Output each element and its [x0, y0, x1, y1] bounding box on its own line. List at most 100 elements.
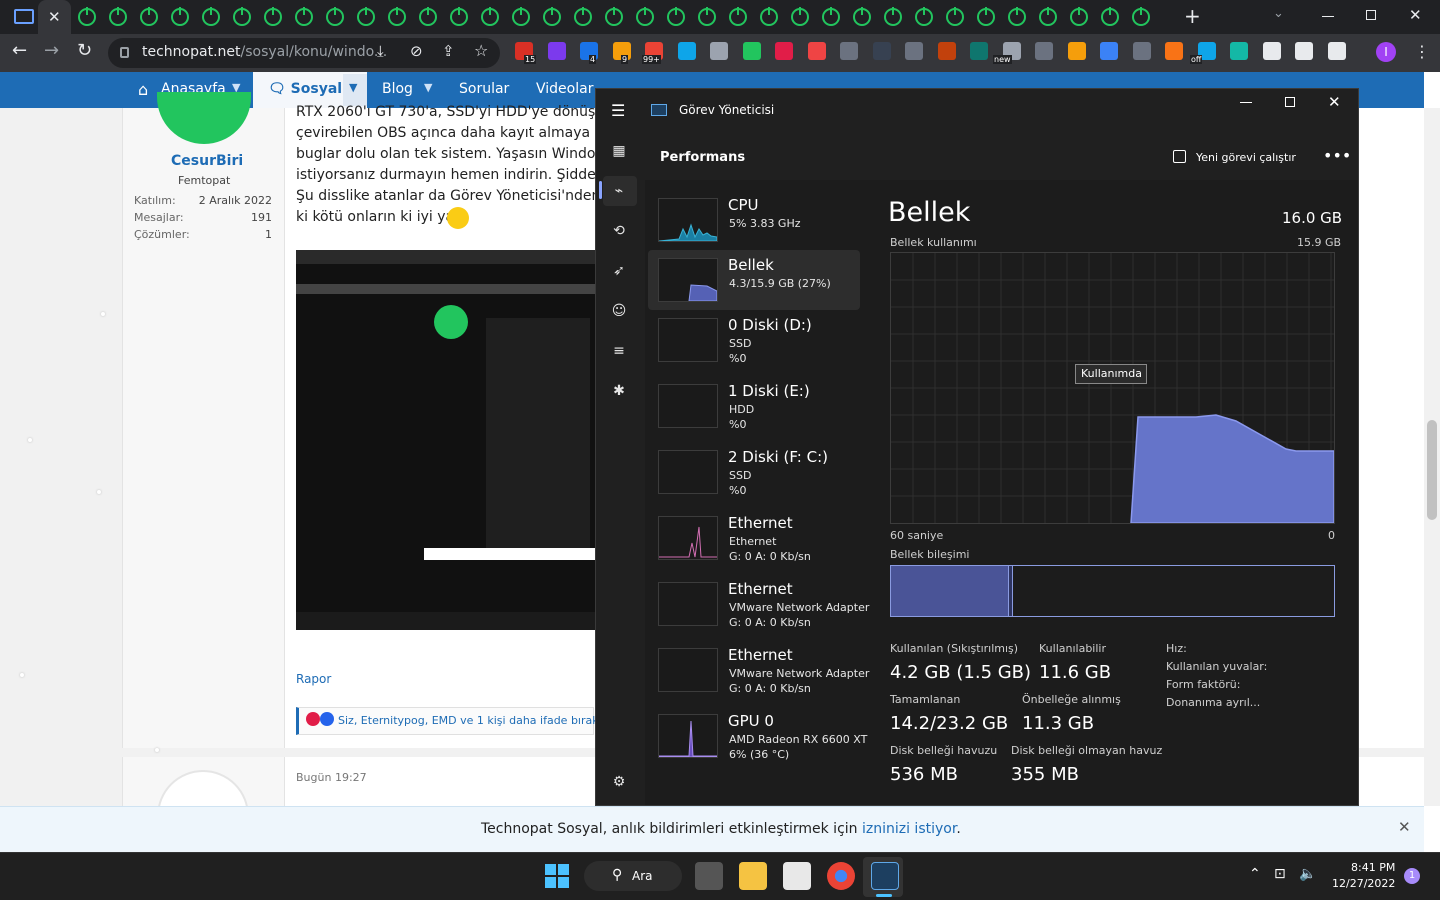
performance-icon[interactable]: ⌁ [610, 182, 628, 200]
tab-favicon-power-icon[interactable] [78, 7, 96, 26]
scrollbar-thumb[interactable] [1427, 420, 1437, 520]
tab-search-chevron-icon[interactable]: ⌄ [1273, 6, 1284, 21]
attached-screenshot-image[interactable] [296, 250, 596, 630]
extension-icon[interactable] [1165, 42, 1183, 60]
perf-card-title[interactable]: Ethernet [728, 514, 793, 532]
composition-in-use[interactable] [891, 566, 1009, 616]
perf-card-title[interactable]: 1 Diski (E:) [728, 382, 810, 400]
notification-permission-link[interactable]: izninizi istiyor [862, 821, 956, 837]
perf-card-sparkline[interactable] [658, 582, 718, 626]
perf-card-title[interactable]: Bellek [728, 256, 774, 274]
perf-card-sparkline[interactable] [658, 198, 718, 242]
extension-icon[interactable] [547, 42, 566, 60]
tab-favicon-power-icon[interactable] [1039, 7, 1057, 26]
tab-favicon-power-icon[interactable] [543, 7, 561, 26]
extension-icon[interactable] [677, 42, 696, 60]
tab-favicon-power-icon[interactable] [140, 7, 158, 26]
bookmark-star-icon[interactable]: ☆ [474, 41, 488, 60]
tab-favicon-power-icon[interactable] [481, 7, 499, 26]
post-time[interactable]: Bugün 19:27 [296, 771, 367, 784]
maximize-icon[interactable] [1366, 10, 1376, 20]
extension-icon[interactable] [1035, 42, 1053, 60]
nav-item-blog[interactable]: Blog [382, 81, 413, 97]
extension-icon[interactable] [937, 42, 956, 60]
tab-favicon-power-icon[interactable] [977, 7, 995, 26]
url-text[interactable]: technopat.net/sosyal/konu/windo... [142, 44, 387, 60]
perf-card-title[interactable]: 2 Diski (F: C:) [728, 448, 828, 466]
file-explorer-icon[interactable] [739, 862, 767, 890]
tab-favicon-power-icon[interactable] [202, 7, 220, 26]
window-icon[interactable] [14, 9, 34, 24]
extension-icon[interactable] [710, 42, 728, 60]
perf-card-sparkline[interactable] [658, 714, 718, 758]
tab-favicon-power-icon[interactable] [388, 7, 406, 26]
tab-close-icon[interactable]: ✕ [48, 8, 61, 26]
memory-usage-graph[interactable] [890, 252, 1335, 524]
home-icon[interactable]: ⌂ [138, 80, 148, 99]
startup-apps-icon[interactable]: ➶ [610, 262, 628, 280]
extension-icon[interactable] [742, 42, 761, 60]
tab-favicon-power-icon[interactable] [853, 7, 871, 26]
extension-icon[interactable] [1230, 42, 1248, 60]
tab-favicon-power-icon[interactable] [1101, 7, 1119, 26]
tab-favicon-power-icon[interactable] [791, 7, 809, 26]
details-icon[interactable]: ≡ [610, 342, 628, 360]
hamburger-menu-icon[interactable]: ☰ [611, 101, 625, 120]
install-icon[interactable]: ⤓ [377, 42, 384, 60]
microsoft-store-icon[interactable] [783, 862, 811, 890]
tab-favicon-power-icon[interactable] [171, 7, 189, 26]
nav-item-sosyal[interactable]: 🗨 Sosyal [268, 81, 342, 97]
tab-favicon-power-icon[interactable] [729, 7, 747, 26]
extension-icon[interactable] [775, 42, 793, 60]
clock-time[interactable]: 8:41 PM [1351, 861, 1395, 874]
tab-favicon-power-icon[interactable] [450, 7, 468, 26]
tab-favicon-power-icon[interactable] [264, 7, 282, 26]
perf-card-title[interactable]: CPU [728, 196, 759, 214]
tab-favicon-power-icon[interactable] [1132, 7, 1150, 26]
processes-icon[interactable]: ▦ [610, 142, 628, 160]
tab-favicon-power-icon[interactable] [357, 7, 375, 26]
tab-favicon-power-icon[interactable] [884, 7, 902, 26]
window-close-icon[interactable]: ✕ [1409, 6, 1422, 24]
task-manager-taskbar-icon[interactable] [871, 862, 899, 890]
notification-close-icon[interactable]: ✕ [1398, 818, 1411, 836]
run-task-icon[interactable] [1173, 150, 1186, 163]
new-tab-button[interactable]: + [1184, 4, 1201, 28]
extension-icon[interactable] [1327, 42, 1346, 60]
services-icon[interactable]: ✱ [610, 382, 628, 400]
nav-chevron-icon[interactable]: ▼ [349, 81, 357, 94]
username[interactable]: CesurBiri [171, 153, 243, 169]
tab-favicon-power-icon[interactable] [419, 7, 437, 26]
tab-favicon-power-icon[interactable] [915, 7, 933, 26]
tab-favicon-power-icon[interactable] [760, 7, 778, 26]
tab-favicon-power-icon[interactable] [667, 7, 685, 26]
tab-favicon-power-icon[interactable] [295, 7, 313, 26]
perf-card-sparkline[interactable] [658, 384, 718, 428]
settings-gear-icon[interactable]: ⚙ [610, 773, 628, 791]
tab-favicon-power-icon[interactable] [109, 7, 127, 26]
perf-card-sparkline[interactable] [658, 258, 718, 302]
perf-card-sparkline[interactable] [658, 450, 718, 494]
network-icon[interactable]: ⊡ [1274, 866, 1286, 882]
tab-favicon-power-icon[interactable] [946, 7, 964, 26]
share-icon[interactable]: ⇪ [442, 42, 455, 60]
nav-chevron-icon[interactable]: ▼ [424, 81, 432, 94]
tab-favicon-power-icon[interactable] [326, 7, 344, 26]
perf-card-title[interactable]: GPU 0 [728, 712, 774, 730]
forward-icon[interactable]: → [44, 40, 59, 61]
extension-icon[interactable] [1262, 42, 1281, 60]
profile-avatar[interactable]: I [1376, 42, 1396, 62]
perf-card-title[interactable]: Ethernet [728, 646, 793, 664]
extension-icon[interactable] [1295, 42, 1313, 60]
memory-composition-bar[interactable] [890, 565, 1335, 617]
extension-icon[interactable] [905, 42, 923, 60]
tab-favicon-power-icon[interactable] [233, 7, 251, 26]
run-new-task-button[interactable]: Yeni görevi çalıştır [1196, 151, 1296, 164]
extension-icon[interactable] [970, 42, 988, 60]
more-options-icon[interactable]: ••• [1323, 146, 1351, 165]
tab-favicon-power-icon[interactable] [512, 7, 530, 26]
task-view-icon[interactable] [695, 862, 723, 890]
tm-close-icon[interactable]: ✕ [1328, 93, 1341, 111]
tab-favicon-power-icon[interactable] [1070, 7, 1088, 26]
clock-date[interactable]: 12/27/2022 [1332, 877, 1395, 890]
